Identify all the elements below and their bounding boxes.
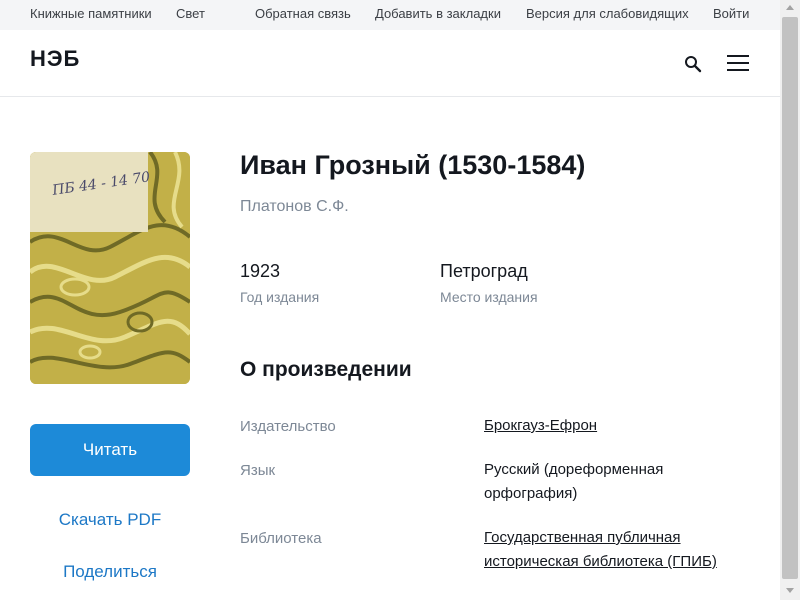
share-link[interactable]: Поделиться [30,562,190,582]
publisher-label: Издательство [240,418,336,435]
download-pdf-link[interactable]: Скачать PDF [30,510,190,530]
book-author[interactable]: Платонов С.Ф. [240,198,349,216]
read-button[interactable]: Читать [30,424,190,476]
language-value: Русский (дореформенная орфография) [484,461,664,502]
topbar-link-svet[interactable]: Свет [176,6,205,21]
topbar-link-login[interactable]: Войти [713,6,749,21]
scroll-up-arrow-icon[interactable] [786,5,794,10]
publication-place-label: Место издания [440,289,538,305]
cover-inscription: ПБ 44 - 14 70 [51,169,152,199]
scroll-down-arrow-icon[interactable] [786,588,794,593]
search-button[interactable] [682,52,706,76]
library-label: Библиотека [240,530,322,547]
search-icon [685,56,702,73]
publication-place-value: Петроград [440,261,528,281]
topbar-link-bookmarks[interactable]: Добавить в закладки [375,6,501,21]
cover-paper-label: ПБ 44 - 14 70 [30,152,152,232]
publisher-link[interactable]: Брокгауз-Ефрон [484,414,744,438]
book-title: Иван Грозный (1530-1584) [240,150,586,180]
book-cover[interactable]: ПБ 44 - 14 70 [30,152,190,384]
about-section-title: О произведении [240,358,412,381]
site-header: НЭБ [0,30,780,97]
page-scrollbar[interactable] [780,0,800,600]
topbar-link-accessible-version[interactable]: Версия для слабовидящих [526,6,689,21]
language-label: Язык [240,462,276,479]
publication-year-value: 1923 [240,261,281,281]
menu-icon [727,55,749,57]
topbar-link-book-monuments[interactable]: Книжные памятники [30,6,152,21]
site-logo[interactable]: НЭБ [30,46,80,72]
scroll-thumb[interactable] [782,17,798,579]
topbar-link-feedback[interactable]: Обратная связь [255,6,351,21]
library-link[interactable]: Государственная публичная историческая б… [484,526,744,574]
publication-year-label: Год издания [240,289,320,305]
menu-button[interactable] [726,52,752,74]
top-utility-bar: Книжные памятники Свет Обратная связь До… [0,0,780,30]
